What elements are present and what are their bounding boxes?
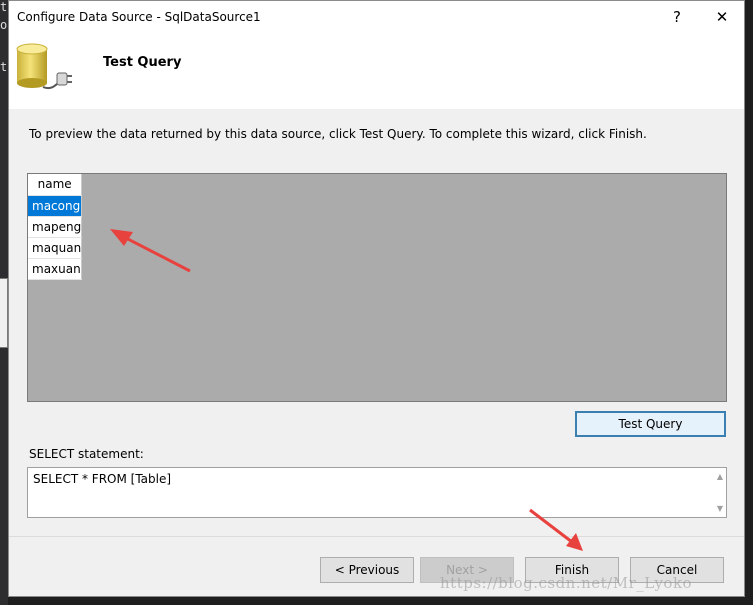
help-icon: ? [673, 8, 681, 26]
background-text: t [0, 60, 8, 74]
footer-divider [9, 536, 744, 537]
watermark-text: https://blog.csdn.net/Mr_Lyoko [440, 574, 693, 592]
background-text: o [0, 18, 8, 32]
database-plug-icon [16, 43, 72, 89]
title-bar: Configure Data Source - SqlDataSource1 ?… [9, 1, 744, 33]
table-row[interactable]: mapeng [28, 216, 83, 238]
table-row[interactable]: macong [28, 195, 83, 217]
background-text: t [0, 0, 8, 14]
sql-statement-label: SELECT statement: [29, 447, 144, 461]
sql-statement-text: SELECT * FROM [Table] [33, 472, 172, 486]
window-title: Configure Data Source - SqlDataSource1 [17, 10, 261, 24]
column-header-name[interactable]: name [28, 174, 83, 196]
page-title: Test Query [103, 55, 182, 70]
test-query-label: Test Query [618, 417, 683, 431]
background-panel [0, 278, 8, 348]
instructions-text: To preview the data returned by this dat… [29, 127, 647, 141]
configure-data-source-dialog: Configure Data Source - SqlDataSource1 ?… [8, 0, 745, 597]
sql-statement-box[interactable]: SELECT * FROM [Table] ▲ ▼ [27, 467, 727, 518]
results-table: name macong mapeng maquan maxuan [28, 174, 83, 280]
previous-button[interactable]: < Previous [320, 557, 414, 583]
scroll-down-icon[interactable]: ▼ [717, 504, 723, 513]
previous-label: < Previous [334, 563, 400, 577]
help-button[interactable]: ? [654, 1, 700, 33]
close-button[interactable]: ✕ [699, 1, 745, 33]
table-row[interactable]: maxuan [28, 258, 83, 280]
wizard-header: Test Query [9, 33, 744, 109]
close-icon: ✕ [715, 8, 729, 26]
table-row[interactable]: maquan [28, 237, 83, 259]
results-grid[interactable]: name macong mapeng maquan maxuan [27, 173, 727, 402]
test-query-button[interactable]: Test Query [575, 411, 726, 437]
scroll-up-icon[interactable]: ▲ [717, 472, 723, 481]
